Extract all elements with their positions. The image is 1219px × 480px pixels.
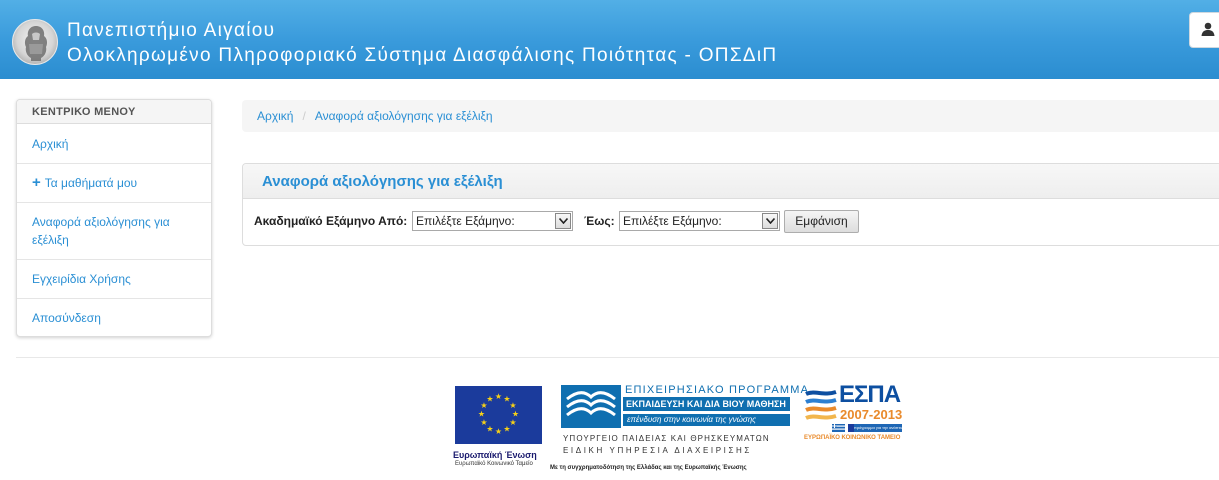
from-semester-select[interactable]: Επιλέξτε Εξάμηνο: <box>412 211 573 231</box>
plus-icon: + <box>32 174 41 191</box>
sidebar-item-label: Αναφορά αξιολόγησης για εξέλιξη <box>32 215 170 247</box>
sidebar-item-label: Τα μαθήματά μου <box>44 176 138 190</box>
eu-name: Ευρωπαϊκή Ένωση <box>453 450 537 460</box>
semester-filter-form: Ακαδημαϊκό Εξάμηνο Από: Επιλέξτε Εξάμηνο… <box>243 210 1219 234</box>
sidebar-item-label: Αρχική <box>32 137 69 151</box>
chevron-down-icon <box>762 213 778 229</box>
sidebar-heading: ΚΕΝΤΡΙΚΟ ΜΕΝΟΥ <box>17 100 211 124</box>
espa-strip: πρόγραμμα για την ανάπτυξη <box>854 424 902 432</box>
university-seal-logo[interactable] <box>12 19 58 65</box>
op-program-title: ΕΠΙΧΕΙΡΗΣΙΑΚΟ ΠΡΟΓΡΑΜΜΑ <box>625 384 810 396</box>
svg-text:★: ★ <box>503 425 510 434</box>
op-program-slogan: επένδυση στην κοινωνία της γνώσης <box>623 414 790 426</box>
footer-divider <box>16 357 1219 358</box>
sidebar-item-label: Αποσύνδεση <box>32 311 101 325</box>
breadcrumb-current-link[interactable]: Αναφορά αξιολόγησης για εξέλιξη <box>315 109 493 123</box>
breadcrumb-separator: / <box>302 109 306 123</box>
panel-title: Αναφορά αξιολόγησης για εξέλιξη <box>243 164 1219 199</box>
header-university-name: Πανεπιστήμιο Αιγαίου <box>67 20 276 41</box>
to-semester-value: Επιλέξτε Εξάμηνο: <box>623 214 722 228</box>
espa-logo: ΕΣΠΑ 2007-2013 πρόγραμμα για την ανάπτυξ… <box>804 381 904 446</box>
top-header: Πανεπιστήμιο Αιγαίου Ολοκληρωμένο Πληροφ… <box>0 0 1219 79</box>
sidebar-menu: ΚΕΝΤΡΙΚΟ ΜΕΝΟΥ Αρχική + Τα μαθήματά μου Α… <box>16 99 212 337</box>
from-semester-label: Ακαδημαϊκό Εξάμηνο Από: <box>254 214 408 228</box>
breadcrumb: Αρχική / Αναφορά αξιολόγησης για εξέλιξη <box>242 100 1219 132</box>
sidebar-item-manuals[interactable]: Εγχειρίδια Χρήσης <box>17 260 211 299</box>
svg-text:★: ★ <box>486 395 493 404</box>
sidebar-item-label: Εγχειρίδια Χρήσης <box>32 272 131 286</box>
from-semester-value: Επιλέξτε Εξάμηνο: <box>416 214 515 228</box>
sidebar-item-my-courses[interactable]: + Τα μαθήματά μου <box>17 164 211 203</box>
svg-text:★: ★ <box>495 427 502 436</box>
svg-text:★: ★ <box>495 392 502 401</box>
espa-years: 2007-2013 <box>840 407 903 422</box>
report-panel: Αναφορά αξιολόγησης για εξέλιξη Ακαδημαϊ… <box>242 163 1219 246</box>
user-icon <box>1201 22 1215 36</box>
chevron-down-icon <box>555 213 571 229</box>
show-report-button[interactable]: Εμφάνιση <box>784 210 859 233</box>
eu-flag-logo: ★ ★ ★ ★ ★ ★ ★ ★ ★ ★ ★ ★ <box>455 386 542 444</box>
eu-fund-name: Ευρωπαϊκό Κοινωνικό Ταμείο <box>455 461 533 467</box>
sidebar-item-home[interactable]: Αρχική <box>17 125 211 164</box>
svg-text:★: ★ <box>478 410 485 419</box>
breadcrumb-home-link[interactable]: Αρχική <box>257 109 293 123</box>
sidebar-item-evaluation-report[interactable]: Αναφορά αξιολόγησης για εξέλιξη <box>17 203 211 260</box>
to-semester-select[interactable]: Επιλέξτε Εξάμηνο: <box>619 211 780 231</box>
user-menu-button[interactable] <box>1189 12 1219 48</box>
book-emblem-logo <box>561 385 621 428</box>
svg-text:★: ★ <box>480 418 487 427</box>
espa-wordmark: ΕΣΠΑ <box>839 381 901 408</box>
to-semester-label: Έως: <box>584 214 615 228</box>
cofunding-statement: Με τη συγχρηματοδότηση της Ελλάδας και τ… <box>550 465 747 471</box>
header-system-name: Ολοκληρωμένο Πληροφοριακό Σύστημα Διασφά… <box>67 45 778 66</box>
ministry-name: ΥΠΟΥΡΓΕΙΟ ΠΑΙΔΕΙΑΣ ΚΑΙ ΘΡΗΣΚΕΥΜΑΤΩΝ <box>563 434 770 443</box>
espa-fund-name: ΕΥΡΩΠΑΪΚΟ ΚΟΙΝΩΝΙΚΟ ΤΑΜΕΙΟ <box>804 435 901 441</box>
op-program-name: ΕΚΠΑΙΔΕΥΣΗ ΚΑΙ ΔΙΑ ΒΙΟΥ ΜΑΘΗΣΗ <box>623 397 790 411</box>
sidebar-item-logout[interactable]: Αποσύνδεση <box>17 299 211 337</box>
managing-authority-name: ΕΙΔΙΚΗ ΥΠΗΡΕΣΙΑ ΔΙΑΧΕΙΡΙΣΗΣ <box>563 446 752 455</box>
